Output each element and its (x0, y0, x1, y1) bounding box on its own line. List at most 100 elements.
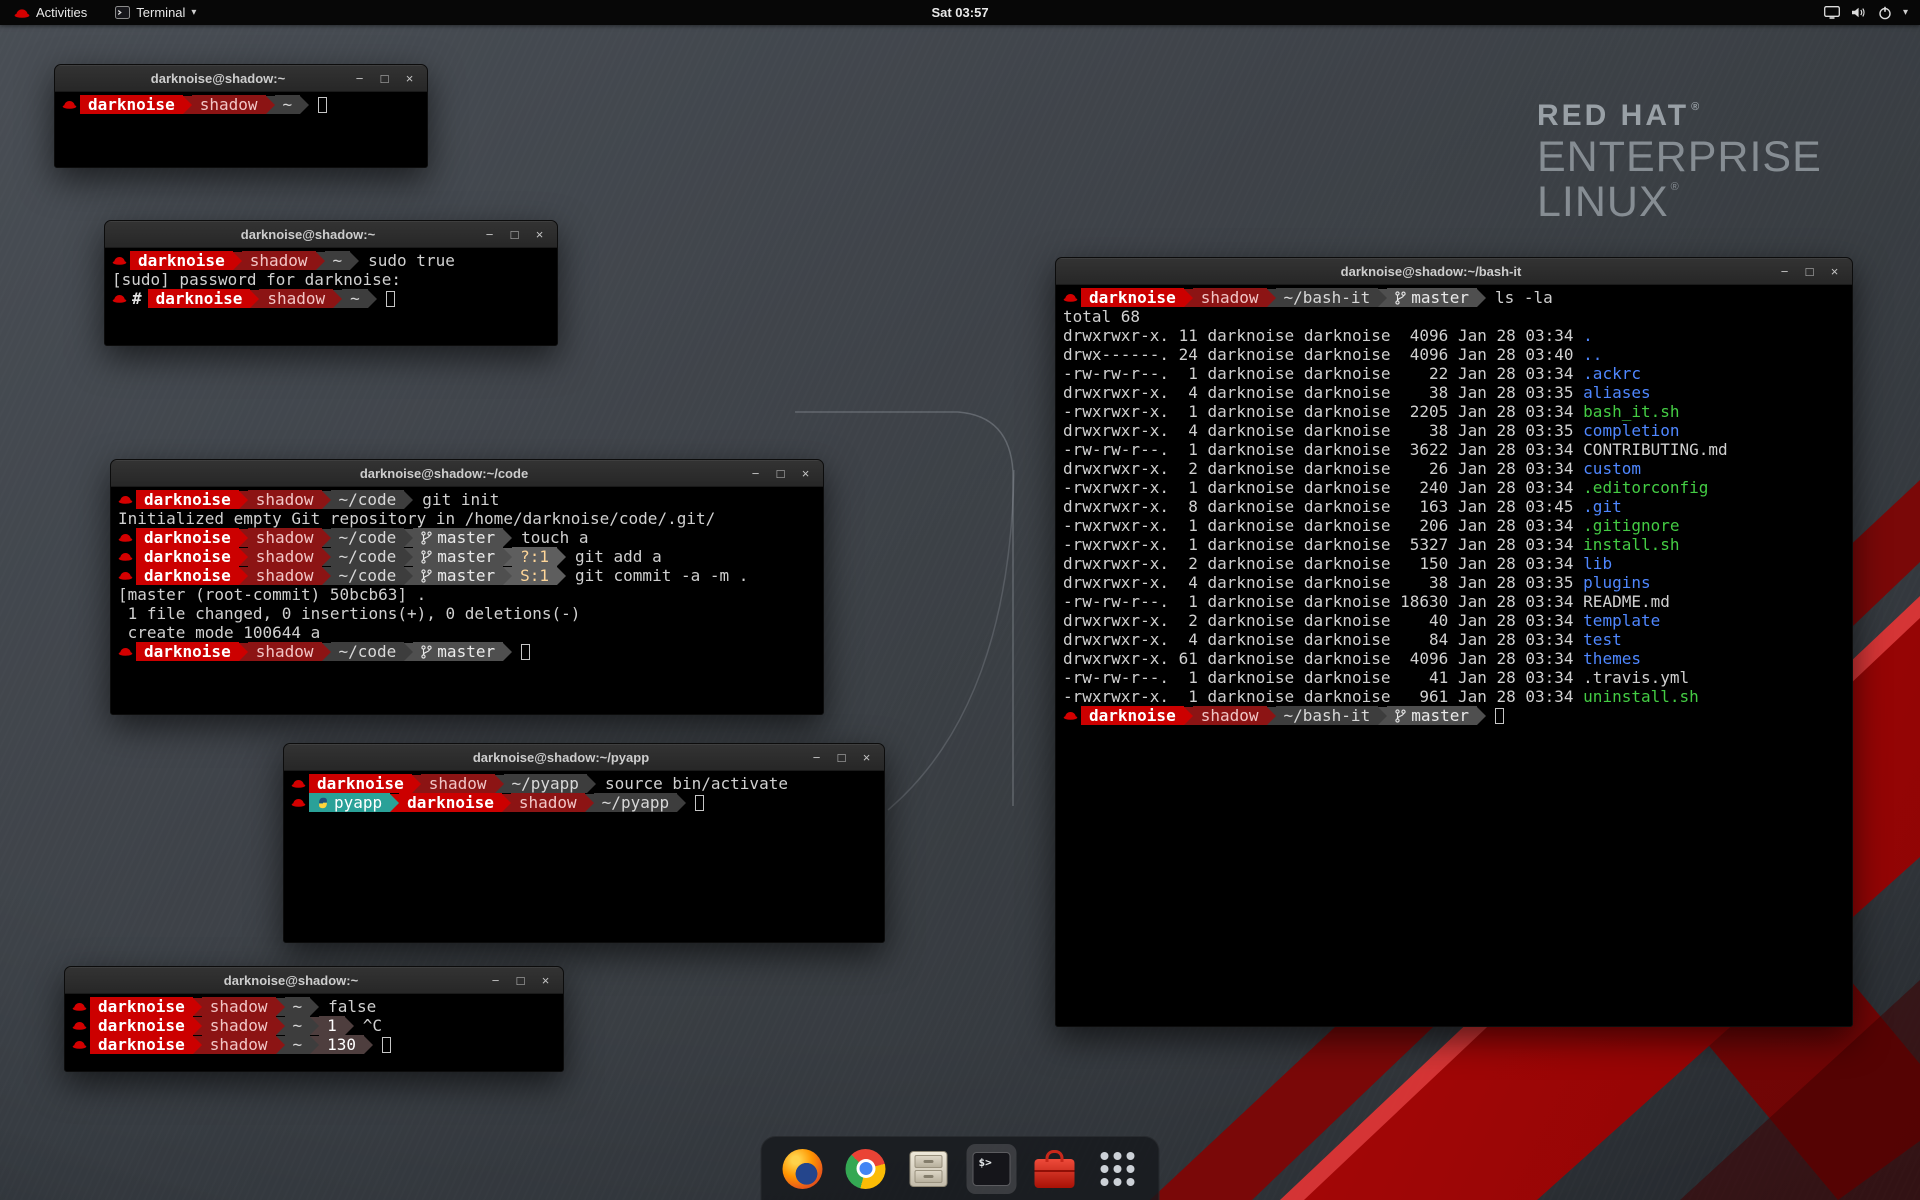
command-text: ^C (354, 1016, 382, 1035)
close-button[interactable]: × (857, 748, 876, 767)
output-text: test (1583, 630, 1622, 649)
terminal-screen[interactable]: darknoiseshadow~falsedarknoiseshadow~1^C… (65, 994, 563, 1057)
window-title: darknoise@shadow:~ (145, 227, 471, 242)
output-text: Initialized empty Git repository in /hom… (118, 509, 715, 528)
output-text: uninstall.sh (1583, 687, 1699, 706)
terminal-line: total 68 (1063, 307, 1845, 326)
powerline-separator (233, 252, 242, 270)
window-terminal-home-small[interactable]: darknoise@shadow:~−□×darknoiseshadow~ (54, 64, 428, 168)
redhat-prompt-icon (291, 796, 306, 809)
powerline-separator (333, 290, 342, 308)
command-text: git commit -a -m . (566, 566, 748, 585)
terminal-line: -rwxrwxr-x. 1 darknoise darknoise 961 Ja… (1063, 687, 1845, 706)
terminal-line: drwxrwxr-x. 8 darknoise darknoise 163 Ja… (1063, 497, 1845, 516)
window-titlebar[interactable]: darknoise@shadow:~−□ × (105, 221, 557, 248)
maximize-button[interactable]: □ (511, 971, 530, 990)
terminal-icon: $> (973, 1152, 1011, 1186)
output-text: total 68 (1063, 307, 1140, 326)
output-text: .gitignore (1583, 516, 1679, 535)
output-text: [sudo] password for darknoise: (112, 270, 401, 289)
close-button[interactable]: × (1825, 262, 1844, 281)
powerline-separator (368, 290, 377, 308)
powerline-separator (250, 290, 259, 308)
power-icon[interactable] (1878, 6, 1892, 20)
activities-button[interactable]: Activities (10, 0, 91, 25)
display-icon[interactable] (1824, 6, 1840, 19)
powerline-separator (404, 548, 413, 566)
output-text: . (1583, 326, 1593, 345)
redhat-prompt-icon (118, 550, 133, 563)
clock[interactable]: Sat 03:57 (0, 5, 1920, 20)
app-menu[interactable]: Terminal ▾ (111, 0, 200, 25)
terminal-screen[interactable]: darknoiseshadow~sudo true[sudo] password… (105, 248, 557, 311)
prompt-segment-user: darknoise (136, 566, 239, 585)
volume-icon[interactable] (1851, 6, 1867, 19)
command-text: git init (413, 490, 499, 509)
window-titlebar[interactable]: darknoise@shadow:~/pyapp−□× (284, 744, 884, 771)
command-text: ls -la (1486, 288, 1553, 307)
minimize-button[interactable]: − (746, 464, 765, 483)
command-text: source bin/activate (596, 774, 788, 793)
close-button[interactable]: × (400, 69, 419, 88)
maximize-button[interactable]: □ (1800, 262, 1819, 281)
chevron-down-icon[interactable]: ▾ (1903, 7, 1908, 18)
window-terminal-code[interactable]: darknoise@shadow:~/code−□×darknoiseshado… (110, 459, 824, 715)
dock-item-app-grid[interactable] (1093, 1144, 1143, 1194)
maximize-button[interactable]: □ (505, 225, 524, 244)
terminal-screen[interactable]: darknoiseshadow~/bash-itmasterls -latota… (1056, 285, 1852, 728)
dock-item-chrome[interactable] (841, 1144, 891, 1194)
maximize-button[interactable]: □ (375, 69, 394, 88)
minimize-button[interactable]: − (480, 225, 499, 244)
dock-item-software[interactable] (1030, 1144, 1080, 1194)
prompt-segment-host: shadow (202, 1035, 276, 1054)
terminal-line: drwxrwxr-x. 4 darknoise darknoise 38 Jan… (1063, 573, 1845, 592)
maximize-button[interactable]: □ (771, 464, 790, 483)
powerline-separator (503, 567, 512, 585)
window-titlebar[interactable]: darknoise@shadow:~−□× (65, 967, 563, 994)
minimize-button[interactable]: − (350, 69, 369, 88)
terminal-line: pyappdarknoiseshadow~/pyapp (291, 793, 877, 812)
close-button[interactable]: × (530, 225, 549, 244)
minimize-button[interactable]: − (486, 971, 505, 990)
terminal-screen[interactable]: darknoiseshadow~ (55, 92, 427, 117)
prompt-segment-user: darknoise (90, 1035, 193, 1054)
window-titlebar[interactable]: darknoise@shadow:~−□× (55, 65, 427, 92)
window-titlebar[interactable]: darknoise@shadow:~/bash-it−□× (1056, 258, 1852, 285)
powerline-separator (300, 96, 309, 114)
window-terminal-exitcodes[interactable]: darknoise@shadow:~−□×darknoiseshadow~fal… (64, 966, 564, 1072)
prompt-segment-git: master (413, 642, 503, 661)
window-terminal-sudo[interactable]: darknoise@shadow:~−□ × darknoiseshadow~sud… (104, 220, 558, 346)
dock-item-firefox[interactable] (778, 1144, 828, 1194)
output-text: .git (1583, 497, 1622, 516)
terminal-line: drwxrwxr-x. 11 darknoise darknoise 4096 … (1063, 326, 1845, 345)
maximize-button[interactable]: □ (832, 748, 851, 767)
powerline-separator (503, 548, 512, 566)
output-text: -rwxrwxr-x. 1 darknoise darknoise 206 Ja… (1063, 516, 1583, 535)
window-titlebar[interactable]: darknoise@shadow:~/code−□× (111, 460, 823, 487)
prompt-segment-path: ~/code (331, 490, 405, 509)
terminal-screen[interactable]: darknoiseshadow~/pyappsource bin/activat… (284, 771, 884, 815)
close-button[interactable]: × (536, 971, 555, 990)
dock-item-terminal[interactable]: $> (967, 1144, 1017, 1194)
terminal-screen[interactable]: darknoiseshadow~/codegit initInitialized… (111, 487, 823, 664)
prompt-segment-gitstatus: S:1 (512, 566, 557, 585)
terminal-line: darknoiseshadow~ (62, 95, 420, 114)
window-terminal-bash-it[interactable]: darknoise@shadow:~/bash-it−□×darknoisesh… (1055, 257, 1853, 1027)
output-text: themes (1583, 649, 1641, 668)
output-text: README.md (1583, 592, 1670, 611)
close-button[interactable]: × (796, 464, 815, 483)
prompt-segment-path: ~ (275, 95, 301, 114)
minimize-button[interactable]: − (1775, 262, 1794, 281)
window-terminal-pyapp[interactable]: darknoise@shadow:~/pyapp−□×darknoiseshad… (283, 743, 885, 943)
window-controls: −□ × (350, 69, 427, 88)
dock-item-files[interactable] (904, 1144, 954, 1194)
prompt-segment-path: ~/code (331, 642, 405, 661)
output-text: install.sh (1583, 535, 1679, 554)
prompt-segment-exit: 1 (319, 1016, 345, 1035)
powerline-separator (322, 567, 331, 585)
powerline-separator (495, 775, 504, 793)
output-text: drwxrwxr-x. 61 darknoise darknoise 4096 … (1063, 649, 1583, 668)
minimize-button[interactable]: − (807, 748, 826, 767)
python-icon (317, 797, 329, 809)
terminal-cursor (386, 291, 395, 307)
